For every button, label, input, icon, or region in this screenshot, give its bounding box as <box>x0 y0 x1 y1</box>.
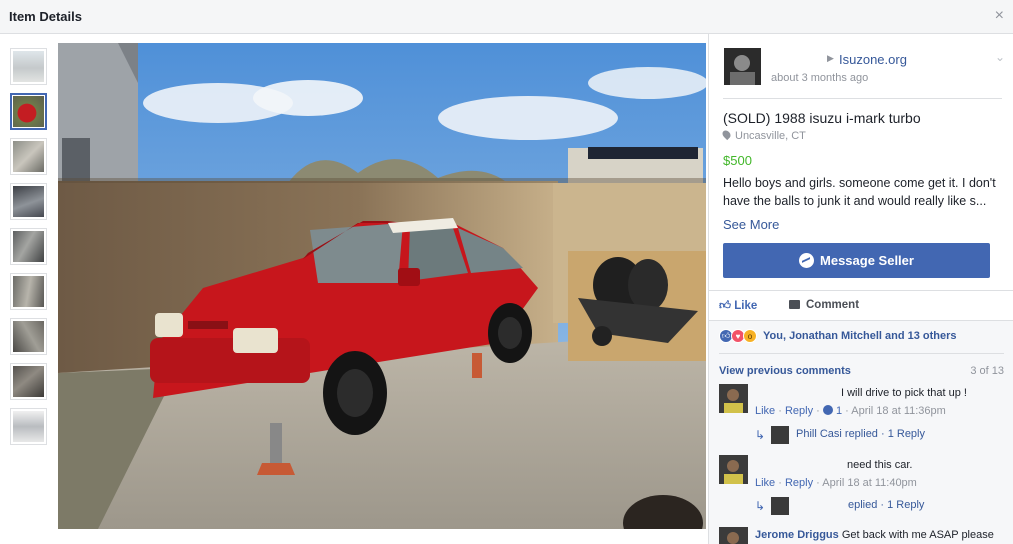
location-pin-icon <box>720 128 733 141</box>
reply-arrow-icon: ↳ <box>755 428 766 442</box>
comment-button[interactable]: Comment <box>789 299 859 311</box>
like-label: Like <box>734 300 758 312</box>
thumbnail-4[interactable] <box>10 183 47 220</box>
car-photo-illustration <box>58 43 706 529</box>
comment-like-icon <box>822 405 833 415</box>
chevron-down-icon[interactable]: ⌄ <box>995 50 1005 64</box>
thumbnail-2[interactable] <box>10 93 47 130</box>
replier-avatar <box>771 426 789 444</box>
thumbnail-strip <box>10 48 48 453</box>
divider <box>723 98 1002 99</box>
comment-text: need this car. <box>847 459 913 471</box>
see-more-link[interactable]: See More <box>723 217 779 232</box>
play-arrow-icon: ▶ <box>827 53 834 63</box>
message-seller-label: Message Seller <box>820 253 914 268</box>
avatar-image-icon <box>719 455 748 484</box>
reactions-summary[interactable]: 👍︎ ♥ o You, Jonathan Mitchell and 13 oth… <box>719 329 957 343</box>
commenter-avatar[interactable] <box>719 527 748 544</box>
comment-text: Jerome Driggus Get back with me ASAP ple… <box>755 529 994 541</box>
comment-like-link[interactable]: Like <box>755 477 775 489</box>
comment-reply-link[interactable]: Reply <box>785 405 813 417</box>
wow-reaction-icon: o <box>743 329 757 343</box>
reply-arrow-icon: ↳ <box>755 499 766 513</box>
avatar-image-icon <box>724 48 761 85</box>
item-price: $500 <box>723 153 752 168</box>
location-text: Uncasville, CT <box>735 130 806 142</box>
comment-author[interactable]: Jerome Driggus <box>755 529 839 541</box>
action-bar: 👍︎ Like Comment <box>709 290 1013 320</box>
comment-bubble-icon <box>789 300 800 309</box>
seller-avatar[interactable] <box>724 48 761 85</box>
comment-meta: Like · Reply · 1 · April 18 at 11:36pm <box>755 405 946 417</box>
view-replies-link[interactable]: Phill Casi replied · 1 Reply <box>796 428 925 440</box>
like-button[interactable]: 👍︎ Like <box>719 299 757 313</box>
thumbnail-5[interactable] <box>10 228 47 265</box>
thumbnail-7[interactable] <box>10 318 47 355</box>
comment-count: 3 of 13 <box>970 365 1004 377</box>
thumbnail-9[interactable] <box>10 408 47 445</box>
item-description: Hello boys and girls. someone come get i… <box>723 176 996 208</box>
comment-label: Comment <box>806 299 860 311</box>
view-previous-comments[interactable]: View previous comments <box>719 365 851 377</box>
comment-time[interactable]: April 18 at 11:40pm <box>822 477 917 489</box>
dialog-header: Item Details × <box>0 0 1013 34</box>
commenter-avatar[interactable] <box>719 384 748 413</box>
feedback-section: 👍︎ ♥ o You, Jonathan Mitchell and 13 oth… <box>709 320 1013 544</box>
thumbnail-1[interactable] <box>10 48 47 85</box>
item-title: (SOLD) 1988 isuzu i-mark turbo <box>723 110 921 126</box>
thumbnail-6[interactable] <box>10 273 47 310</box>
avatar-image-icon <box>719 527 748 544</box>
message-seller-button[interactable]: Message Seller <box>723 243 990 278</box>
comment-reply-link[interactable]: Reply <box>785 477 813 489</box>
commenter-avatar[interactable] <box>719 455 748 484</box>
comment-text: I will drive to pick that up ! <box>841 387 967 399</box>
item-location: Uncasville, CT <box>720 128 806 142</box>
reactions-text[interactable]: You, Jonathan Mitchell and 13 others <box>763 330 957 342</box>
seller-name[interactable]: Isuzone.org <box>839 52 907 67</box>
thumbs-up-icon: 👍︎ <box>719 300 735 312</box>
main-photo[interactable] <box>58 43 706 529</box>
thumbnail-3[interactable] <box>10 138 47 175</box>
comment-meta: Like · Reply · April 18 at 11:40pm <box>755 477 917 489</box>
thumbnail-8[interactable] <box>10 363 47 400</box>
replier-avatar <box>771 497 789 515</box>
avatar-image-icon <box>719 384 748 413</box>
dialog-title: Item Details <box>9 9 82 24</box>
details-panel: ▶ Isuzone.org about 3 months ago ⌄ (SOLD… <box>708 34 1013 544</box>
comment-time[interactable]: April 18 at 11:36pm <box>851 405 946 417</box>
posted-time[interactable]: about 3 months ago <box>771 72 868 84</box>
comment-body: Get back with me ASAP please <box>841 529 994 541</box>
comment-like-count[interactable]: 1 <box>836 405 842 417</box>
comment-like-link[interactable]: Like <box>755 405 775 417</box>
close-icon[interactable]: × <box>995 8 1004 24</box>
feedback-divider <box>719 353 1004 354</box>
messenger-icon <box>799 253 815 268</box>
view-replies-link[interactable]: eplied · 1 Reply <box>848 499 924 511</box>
